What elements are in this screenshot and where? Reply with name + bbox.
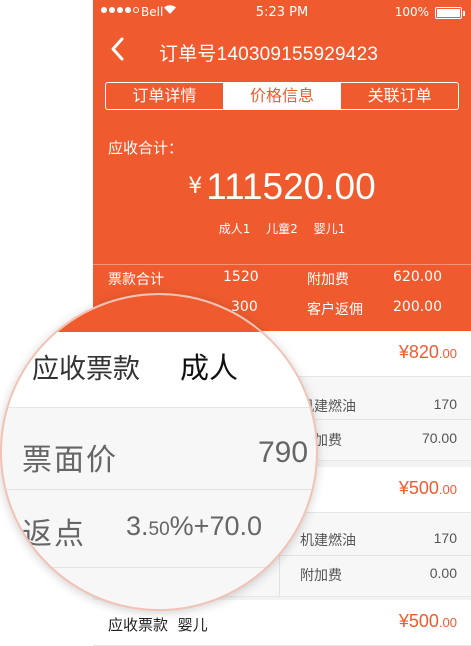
infant-amount: ¥500.00 bbox=[398, 611, 457, 631]
detail-surcharge-value: 0.00 bbox=[429, 565, 457, 581]
infant-section-label: 应收票款 婴儿 bbox=[108, 616, 208, 634]
adult-amount: ¥820.00 bbox=[398, 342, 457, 362]
face-price-label: 票面价 bbox=[22, 443, 118, 478]
fuel-tax-value: 170 bbox=[433, 396, 457, 412]
total-amount: ¥111520.00 bbox=[93, 166, 471, 208]
order-number-title: 订单号140309155929423 bbox=[159, 44, 379, 65]
magnified-section-header: 应收票款 成人 bbox=[2, 295, 316, 408]
tab-order-details[interactable]: 订单详情 bbox=[106, 83, 223, 109]
battery-icon bbox=[435, 7, 465, 19]
surcharge-label: 附加费 bbox=[307, 272, 349, 288]
child-count: 儿童2 bbox=[266, 222, 298, 236]
child-amount: ¥500.00 bbox=[398, 478, 457, 498]
chevron-left-icon bbox=[111, 37, 124, 61]
rebate-value: 200.00 bbox=[393, 299, 442, 315]
surcharge-value: 620.00 bbox=[393, 269, 442, 285]
fuel-tax-label: 机建燃油 bbox=[300, 533, 356, 549]
back-button[interactable] bbox=[107, 34, 131, 64]
fuel-tax-value: 170 bbox=[433, 530, 457, 546]
face-price-value: 790 bbox=[258, 436, 309, 469]
status-bar: Bell 5:23 PM 100% bbox=[93, 0, 471, 26]
passenger-counts: 成人1 儿童2 婴儿1 bbox=[93, 220, 471, 237]
total-receivable-label: 应收合计： bbox=[108, 139, 184, 157]
detail-surcharge-label: 附加费 bbox=[300, 568, 342, 584]
magnifier-loupe: 应收票款 成人 票面价 790 返点 3.50%+70.0 bbox=[0, 293, 318, 611]
tab-related-orders[interactable]: 关联订单 bbox=[340, 83, 458, 109]
ticket-total-label: 票款合计 bbox=[108, 272, 164, 288]
magnified-category: 成人 bbox=[180, 351, 239, 385]
price-summary: 票款合计 1520 附加费 620.00 300 客户返佣 200.00 bbox=[93, 264, 471, 318]
tab-price-info[interactable]: 价格信息 bbox=[222, 83, 341, 109]
magnified-label: 应收票款 bbox=[32, 354, 140, 385]
detail-surcharge-value: 70.00 bbox=[421, 430, 457, 446]
segmented-tabs: 订单详情 价格信息 关联订单 bbox=[105, 82, 459, 110]
order-header: 订单号140309155929423 订单详情 价格信息 关联订单 应收合计： … bbox=[93, 26, 471, 331]
rebate-point-value: 3.50%+70.0 bbox=[126, 511, 262, 541]
ticket-total-value: 1520 bbox=[223, 269, 259, 285]
currency-symbol: ¥ bbox=[188, 174, 203, 199]
battery-percentage: 100% bbox=[394, 5, 429, 19]
total-amount-value: 111520.00 bbox=[206, 166, 376, 207]
nav-bar: 订单号140309155929423 bbox=[93, 26, 471, 72]
rebate-point-label: 返点 bbox=[22, 517, 86, 552]
infant-count: 婴儿1 bbox=[313, 222, 346, 236]
adult-count: 成人1 bbox=[218, 222, 251, 236]
